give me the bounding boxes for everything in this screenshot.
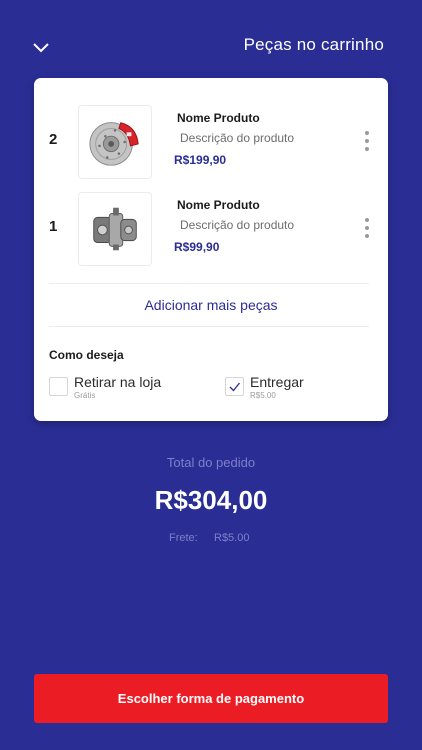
header: Peças no carrinho [0, 0, 422, 78]
pickup-price: Grátis [74, 391, 96, 400]
chevron-down-icon[interactable] [31, 40, 51, 54]
cart-card: 2 Nome Produto Descrição do produto R$19… [34, 78, 388, 421]
product-thumbnail[interactable] [78, 192, 152, 266]
check-icon [229, 382, 241, 392]
pickup-label: Retirar na loja [74, 374, 162, 390]
delivery-heading: Como deseja [49, 348, 124, 362]
total-value: R$304,00 [154, 485, 268, 515]
brake-caliper-icon [93, 207, 137, 251]
product-price: R$99,90 [174, 240, 220, 254]
delivery-label: Entregar [250, 374, 304, 390]
total-label: Total do pedido [166, 455, 256, 470]
more-options-icon[interactable] [362, 218, 372, 238]
product-thumbnail[interactable] [78, 105, 152, 179]
item-quantity: 2 [49, 131, 58, 148]
shipping-label: Frete: [169, 532, 198, 544]
divider [49, 326, 369, 327]
product-name: Nome Produto [177, 111, 260, 125]
add-more-parts-link[interactable]: Adicionar mais peças [34, 297, 388, 313]
shipping-value: R$5.00 [214, 532, 250, 544]
pickup-checkbox[interactable] [49, 377, 68, 396]
product-description: Descrição do produto [180, 218, 295, 232]
more-options-icon[interactable] [362, 131, 372, 151]
product-price: R$199,90 [174, 153, 227, 167]
divider [49, 283, 369, 284]
page-title: Peças no carrinho [243, 35, 384, 54]
product-name: Nome Produto [177, 198, 260, 212]
delivery-price: R$5.00 [250, 391, 276, 400]
product-description: Descrição do produto [180, 131, 295, 145]
item-quantity: 1 [49, 218, 58, 235]
cart-item[interactable]: 1 Nome Produto Descrição do produto R$99… [34, 192, 388, 272]
choose-payment-button[interactable]: Escolher forma de pagamento [34, 674, 388, 723]
cart-item[interactable]: 2 Nome Produto Descrição do produto R$19… [34, 105, 388, 185]
delivery-checkbox[interactable] [225, 377, 244, 396]
brake-disc-icon [89, 122, 139, 166]
